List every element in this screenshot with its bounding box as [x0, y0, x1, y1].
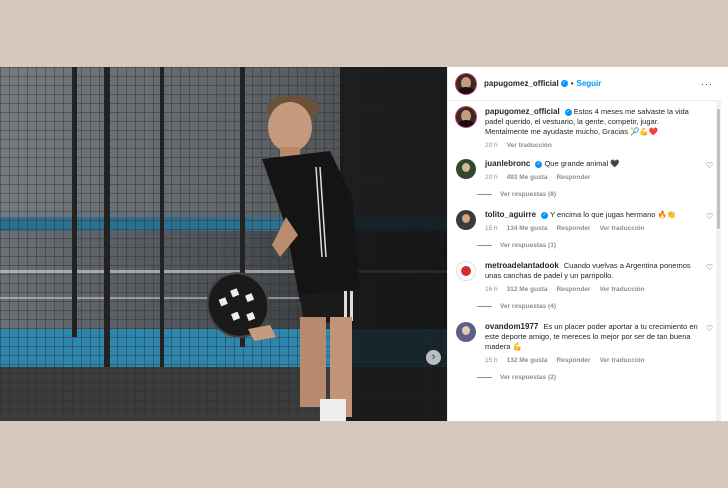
view-replies-label: Ver respuestas (2) [500, 374, 557, 381]
comment-likes[interactable]: 132 Me gusta [507, 357, 548, 364]
like-heart-icon[interactable]: ♡ [706, 212, 713, 221]
replies-line [477, 377, 492, 378]
comment-item: metroadelantadook Cuando vuelvas a Argen… [456, 261, 713, 293]
comment-time: 15 h [485, 225, 498, 232]
caption: papugomez_official ✓ Estos 4 meses me sal… [456, 107, 713, 149]
caption-translate-link[interactable]: Ver traducción [507, 142, 552, 149]
commenter-username[interactable]: metroadelantadook [485, 261, 559, 270]
verified-icon: ✓ [560, 80, 568, 87]
reply-button[interactable]: Responder [556, 174, 590, 181]
comment-time: 16 h [485, 286, 498, 293]
replies-line [477, 306, 492, 307]
comment-text: Que grande animal 🖤 [544, 159, 620, 168]
commenter-avatar[interactable] [456, 210, 476, 230]
comment-time: 15 h [485, 357, 498, 364]
commenter-username[interactable]: juanlebronc [485, 159, 530, 168]
comment-likes[interactable]: 134 Me gusta [507, 225, 548, 232]
commenter-username[interactable]: ovandom1977 [485, 322, 538, 331]
replies-line [477, 194, 492, 195]
caption-username[interactable]: papugomez_official [485, 107, 560, 116]
verified-icon: ✓ [535, 160, 543, 168]
follow-button[interactable]: Seguir [577, 79, 602, 88]
replies-line [477, 245, 492, 246]
commenter-avatar[interactable] [456, 322, 476, 342]
commenter-username[interactable]: tolito_aguirre [485, 210, 536, 219]
commenter-avatar[interactable] [456, 261, 476, 281]
post-photo [0, 67, 447, 421]
post-side-panel: papugomez_official ✓ • Seguir ··· papugo… [447, 67, 721, 421]
translate-link[interactable]: Ver traducción [599, 357, 644, 364]
verified-icon: ✓ [541, 211, 549, 219]
reply-button[interactable]: Responder [556, 225, 590, 232]
comments-scrollbar[interactable] [716, 101, 721, 421]
view-replies-label: Ver respuestas (1) [500, 242, 557, 249]
comment-item: ovandom1977 Es un placer poder aportar a… [456, 322, 713, 364]
comment-likes[interactable]: 493 Me gusta [507, 174, 548, 181]
comment-item: tolito_aguirre ✓ Y encima lo que jugas he… [456, 210, 713, 232]
caption-meta: 20 h Ver traducción [485, 142, 700, 149]
author-avatar[interactable] [456, 73, 476, 94]
caption-text-block: papugomez_official ✓ Estos 4 meses me sal… [485, 107, 700, 137]
view-replies-button[interactable]: Ver respuestas (4) [477, 303, 713, 310]
comment-text: Y encima lo que jugas hermano 🔥👏 [550, 210, 677, 219]
verified-icon: ✓ [564, 108, 572, 116]
comment-time: 20 h [485, 174, 498, 181]
view-replies-label: Ver respuestas (8) [500, 191, 557, 198]
comments-list[interactable]: papugomez_official ✓ Estos 4 meses me sal… [448, 101, 721, 421]
post-modal: › papugomez_official ✓ • Seguir ··· papu… [0, 67, 728, 421]
more-options-icon[interactable]: ··· [701, 79, 713, 89]
like-heart-icon[interactable]: ♡ [706, 324, 713, 333]
comment-item: juanlebronc ✓ Que grande animal 🖤 20 h 49… [456, 159, 713, 181]
reply-button[interactable]: Responder [556, 286, 590, 293]
header-separator: • [570, 79, 574, 88]
caption-time: 20 h [485, 142, 498, 149]
view-replies-button[interactable]: Ver respuestas (1) [477, 242, 713, 249]
view-replies-label: Ver respuestas (4) [500, 303, 557, 310]
post-header: papugomez_official ✓ • Seguir ··· [448, 67, 721, 101]
next-media-button[interactable]: › [426, 350, 441, 365]
like-heart-icon[interactable]: ♡ [706, 161, 713, 170]
caption-avatar[interactable] [456, 107, 476, 127]
post-media[interactable]: › [0, 67, 447, 421]
view-replies-button[interactable]: Ver respuestas (2) [477, 374, 713, 381]
translate-link[interactable]: Ver traducción [599, 225, 644, 232]
scrollbar-thumb[interactable] [717, 109, 720, 229]
like-heart-icon[interactable]: ♡ [706, 263, 713, 272]
translate-link[interactable]: Ver traducción [599, 286, 644, 293]
author-username[interactable]: papugomez_official [484, 79, 559, 88]
commenter-avatar[interactable] [456, 159, 476, 179]
chevron-right-icon: › [431, 351, 436, 363]
comment-likes[interactable]: 312 Me gusta [507, 286, 548, 293]
view-replies-button[interactable]: Ver respuestas (8) [477, 191, 713, 198]
reply-button[interactable]: Responder [556, 357, 590, 364]
